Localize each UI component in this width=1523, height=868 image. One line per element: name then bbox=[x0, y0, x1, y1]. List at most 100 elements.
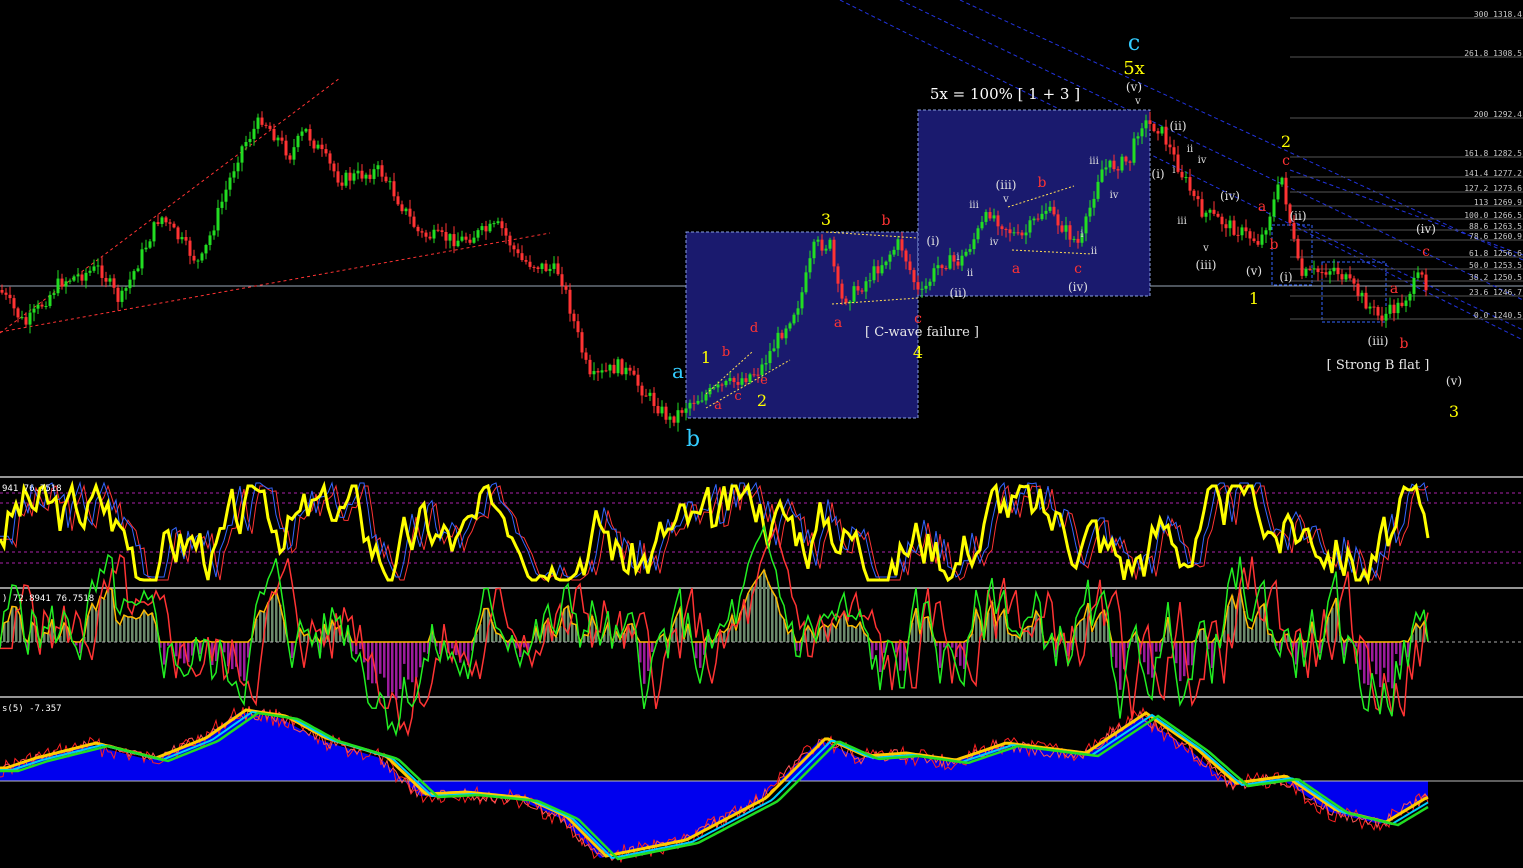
candle-body bbox=[976, 228, 980, 240]
candle-body bbox=[724, 381, 728, 386]
annotation-strong-b-flat: [ Strong B flat ] bbox=[1327, 358, 1430, 373]
fib-label: 61.8 1256.6 bbox=[1469, 249, 1522, 258]
wave-label: d bbox=[750, 321, 758, 336]
candle-body bbox=[532, 266, 536, 268]
candle-body bbox=[1224, 224, 1228, 229]
candle-body bbox=[268, 125, 272, 129]
candle-body bbox=[996, 215, 1000, 227]
histogram-bar bbox=[395, 642, 398, 700]
candle-body bbox=[904, 250, 908, 262]
histogram-bar bbox=[1027, 626, 1030, 642]
candle-body bbox=[1008, 229, 1012, 234]
candle-body bbox=[944, 268, 948, 270]
candle-body bbox=[1196, 196, 1200, 200]
candle-body bbox=[728, 378, 732, 382]
panel-2-label: ) 72.8941 76.7518 bbox=[2, 594, 94, 604]
candle-body bbox=[1352, 278, 1356, 284]
wave-label: iv bbox=[990, 237, 999, 248]
candle-body bbox=[604, 370, 608, 372]
wave-label: (ii) bbox=[1169, 119, 1186, 133]
fib-label: 50.0 1253.5 bbox=[1469, 261, 1522, 270]
candle-body bbox=[528, 261, 532, 267]
candle-body bbox=[560, 274, 564, 286]
candle-body bbox=[800, 292, 804, 309]
chart-canvas[interactable]: 300 1318.4261.8 1308.5200 1292.4161.8 12… bbox=[0, 0, 1523, 868]
candle-body bbox=[480, 226, 484, 231]
histogram-bar bbox=[7, 621, 10, 642]
candle-body bbox=[500, 221, 504, 229]
candle-body bbox=[188, 240, 192, 256]
candle-body bbox=[260, 117, 264, 125]
candle-body bbox=[1076, 238, 1080, 243]
candle-body bbox=[428, 236, 432, 239]
candle-body bbox=[648, 392, 652, 396]
candle-body bbox=[1412, 277, 1416, 294]
candle-body bbox=[1336, 267, 1340, 275]
osc-green-line bbox=[0, 524, 1429, 738]
candle-body bbox=[196, 260, 200, 262]
histogram-bar bbox=[139, 617, 142, 642]
candle-body bbox=[48, 294, 52, 306]
candle-body bbox=[1212, 209, 1216, 214]
histogram-bar bbox=[1419, 628, 1422, 642]
candle-body bbox=[1372, 306, 1376, 308]
candle-body bbox=[420, 231, 424, 233]
candle-body bbox=[912, 270, 916, 283]
histogram-bar bbox=[271, 597, 274, 642]
histogram-bar bbox=[1187, 642, 1190, 666]
candle-body bbox=[0, 290, 4, 293]
candle-body bbox=[1112, 160, 1116, 170]
candle-body bbox=[600, 370, 604, 373]
histogram-bar bbox=[639, 642, 642, 663]
candle-body bbox=[1136, 136, 1140, 139]
candle-body bbox=[1200, 199, 1204, 217]
wave-label: c bbox=[1282, 153, 1290, 169]
candle-body bbox=[1004, 229, 1008, 231]
candle-body bbox=[248, 138, 252, 143]
candle-body bbox=[40, 304, 44, 307]
candle-body bbox=[64, 281, 68, 287]
wave-label: (ii) bbox=[949, 286, 966, 300]
candle-body bbox=[1160, 126, 1164, 134]
candle-body bbox=[1108, 160, 1112, 168]
wave-label: v bbox=[1002, 194, 1009, 205]
histogram-bar bbox=[1079, 621, 1082, 642]
candle-body bbox=[1276, 184, 1280, 200]
wave-label: (iv) bbox=[1416, 222, 1436, 236]
candle-body bbox=[964, 251, 968, 256]
candle-body bbox=[56, 278, 60, 294]
candle-body bbox=[1024, 232, 1028, 236]
candle-body bbox=[68, 280, 72, 282]
histogram-bar bbox=[943, 642, 946, 648]
candle-body bbox=[1236, 234, 1240, 236]
candle-body bbox=[376, 165, 380, 170]
candle-body bbox=[12, 298, 16, 309]
candle-body bbox=[436, 229, 440, 231]
candle-body bbox=[784, 328, 788, 339]
histogram-bar bbox=[1383, 642, 1386, 668]
candle-body bbox=[664, 406, 668, 420]
candle-body bbox=[1424, 274, 1428, 291]
fib-label: 261.8 1308.5 bbox=[1464, 49, 1522, 58]
candle-body bbox=[124, 288, 128, 291]
candle-body bbox=[320, 144, 324, 150]
candle-body bbox=[272, 128, 276, 141]
candle-body bbox=[732, 378, 736, 383]
upper-trendline bbox=[0, 77, 341, 334]
candle-body bbox=[148, 241, 152, 248]
histogram-bar bbox=[847, 625, 850, 642]
histogram-bar bbox=[651, 642, 654, 652]
candle-body bbox=[844, 298, 848, 304]
candle-body bbox=[316, 144, 320, 149]
wave-label: b bbox=[1038, 175, 1047, 191]
candle-body bbox=[200, 253, 204, 261]
histogram-bar bbox=[391, 642, 394, 693]
candle-body bbox=[212, 230, 216, 236]
histogram-bar bbox=[47, 633, 50, 642]
candle-body bbox=[1392, 304, 1396, 314]
histogram-bar bbox=[779, 613, 782, 642]
candle-body bbox=[924, 285, 928, 289]
candle-body bbox=[244, 142, 248, 147]
histogram-bar bbox=[107, 587, 110, 642]
candle-body bbox=[1040, 213, 1044, 220]
